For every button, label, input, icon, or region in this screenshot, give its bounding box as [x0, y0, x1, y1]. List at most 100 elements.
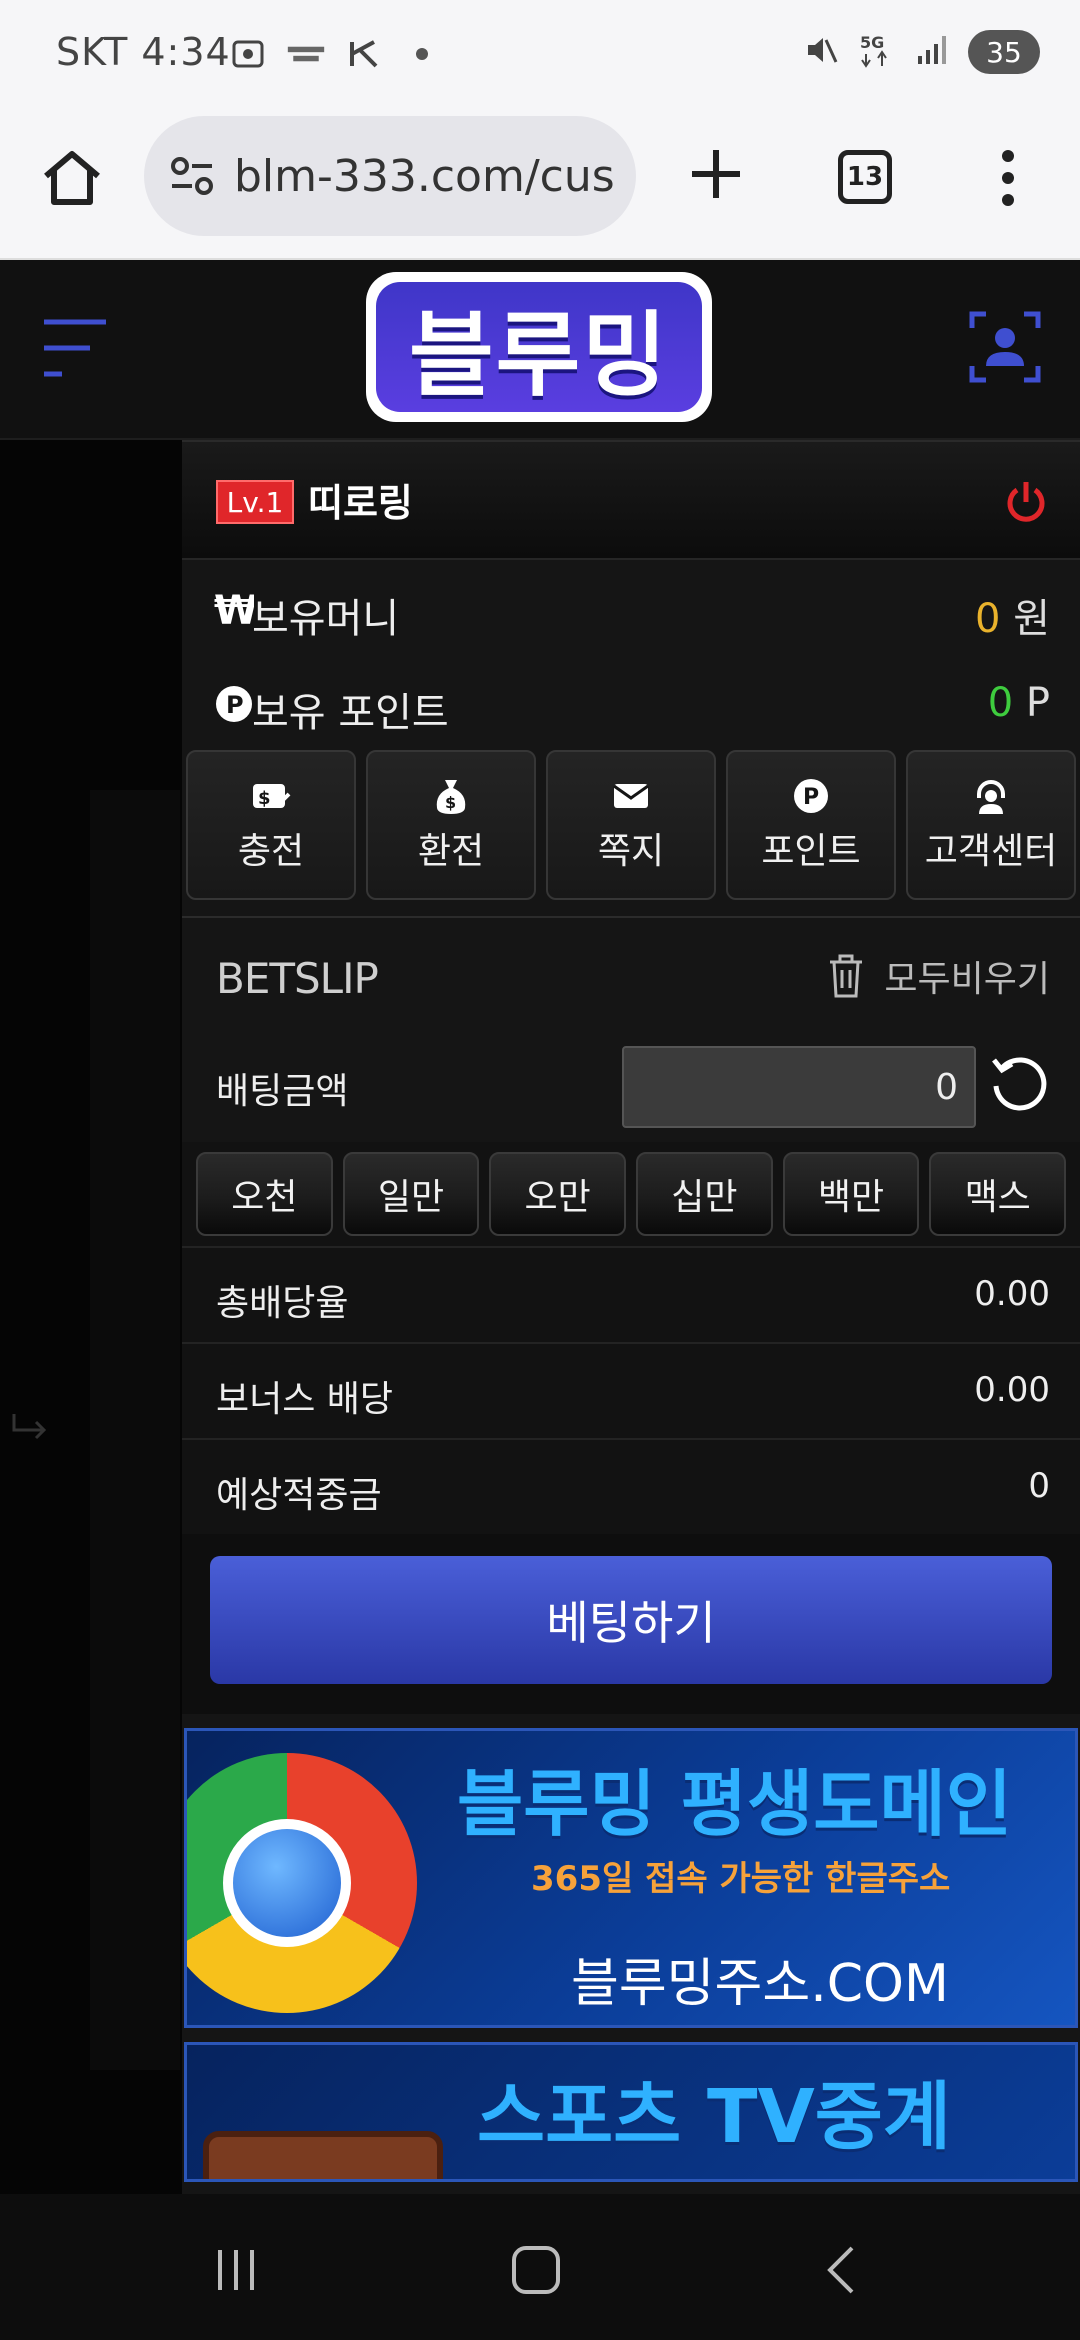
bet-amount-label: 배팅금액: [216, 1071, 349, 1112]
browser-toolbar: blm-333.com/cus 13: [0, 110, 1080, 260]
money-amount: 0: [975, 596, 1001, 642]
carrier-time: SKT 4:34: [56, 30, 231, 74]
amount-chip-row: 오천 일만 오만 십만 백만 맥스: [182, 1142, 1080, 1246]
trash-icon: [830, 954, 863, 998]
point-value: 0 P: [988, 680, 1050, 726]
site-settings-icon[interactable]: [168, 152, 216, 200]
domain-banner[interactable]: 블루밍 평생도메인 365일 접속 가능한 한글주소 블루밍주소.COM: [184, 1728, 1078, 2028]
home-button-icon[interactable]: [506, 2240, 566, 2300]
back-icon[interactable]: [812, 2240, 872, 2300]
hamburger-menu-icon[interactable]: [40, 316, 110, 380]
betslip-header: BETSLIP 모두비우기: [182, 916, 1080, 1032]
money-bag-icon: $: [436, 780, 466, 814]
user-row: Lv.1 띠로링: [182, 440, 1080, 560]
total-odds-label: 총배당율: [216, 1283, 349, 1324]
money-label: 보유머니: [252, 596, 400, 642]
deposit-icon: $: [253, 784, 291, 809]
culture-land-icon: [286, 34, 326, 74]
username: 띠로링: [308, 481, 413, 525]
point-icon: P: [794, 779, 828, 813]
tv-icon: [203, 2131, 443, 2179]
place-bet-button[interactable]: 베팅하기: [210, 1556, 1052, 1684]
svg-text:$: $: [258, 788, 271, 809]
screen: SKT 4:34 5G 35 blm-333.com/cus 13 블루밍 Lv…: [0, 0, 1080, 2340]
bonus-odds-row: 보너스 배당 0.00: [182, 1342, 1080, 1438]
svg-text:P: P: [226, 691, 244, 719]
reset-icon[interactable]: [988, 1054, 1050, 1116]
domain-banner-url: 블루밍주소.COM: [571, 1954, 949, 2014]
bet-button-area: 베팅하기: [182, 1534, 1080, 1714]
address-bar[interactable]: blm-333.com/cus: [144, 116, 636, 236]
svg-text:$: $: [445, 793, 456, 812]
app-k-icon: [344, 34, 384, 74]
bonus-odds-label: 보너스 배당: [216, 1379, 394, 1420]
notification-icons: [228, 34, 442, 74]
support-button[interactable]: 고객센터: [906, 750, 1076, 900]
dot-icon: [402, 34, 442, 74]
quick-menu: $ 충전 $ 환전 쪽지 P 포인트 고객센터: [182, 750, 1080, 900]
chip-50000[interactable]: 오만: [489, 1152, 627, 1236]
screenshot-icon: [228, 34, 268, 74]
message-label: 쪽지: [597, 831, 665, 872]
won-icon: ₩: [214, 590, 254, 630]
chrome-logo-center: [223, 1819, 351, 1947]
mute-icon: [802, 32, 838, 72]
expected-win-value: 0: [1028, 1466, 1050, 1506]
5g-icon: 5G: [856, 30, 896, 74]
clear-all-button[interactable]: 모두비우기: [826, 950, 1050, 1002]
chip-10000[interactable]: 일만: [342, 1152, 480, 1236]
battery-icon: 35: [968, 30, 1040, 74]
withdraw-label: 환전: [417, 831, 485, 872]
sports-tv-banner[interactable]: 스포츠 TV중계: [184, 2042, 1078, 2182]
expected-win-label: 예상적중금: [216, 1475, 382, 1516]
deposit-button[interactable]: $ 충전: [186, 750, 356, 900]
chip-1000000[interactable]: 백만: [782, 1152, 920, 1236]
point-label: 보유 포인트: [252, 690, 449, 736]
site-header: 블루밍: [0, 260, 1080, 440]
system-navigation-bar: [0, 2194, 1080, 2340]
svg-text:₩: ₩: [214, 590, 254, 630]
support-icon: [977, 780, 1005, 814]
chip-100000[interactable]: 십만: [636, 1152, 773, 1236]
bet-amount-input[interactable]: [622, 1046, 976, 1128]
point-amount: 0: [987, 680, 1014, 726]
svg-text:P: P: [803, 785, 819, 810]
tab-switcher-button[interactable]: 13: [838, 150, 892, 204]
betslip-title: BETSLIP: [216, 954, 379, 1003]
expected-win-row: 예상적중금 0: [182, 1438, 1080, 1534]
total-odds-value: 0.00: [974, 1274, 1050, 1314]
point-unit: P: [1025, 680, 1050, 726]
signal-icon: [914, 32, 950, 72]
total-odds-row: 총배당율 0.00: [182, 1246, 1080, 1342]
recent-apps-icon[interactable]: [206, 2240, 266, 2300]
system-icons: 5G 35: [802, 30, 1040, 74]
url-text: blm-333.com/cus: [234, 150, 615, 202]
point-button[interactable]: P 포인트: [726, 750, 896, 900]
support-label: 고객센터: [924, 831, 1058, 872]
deposit-label: 충전: [237, 831, 305, 872]
message-button[interactable]: 쪽지: [546, 750, 716, 900]
user-profile-icon[interactable]: [968, 310, 1042, 384]
browser-menu-icon[interactable]: [998, 148, 1018, 208]
point-row: P 보유 포인트 0 P: [182, 656, 1080, 750]
site-logo[interactable]: 블루밍: [366, 272, 712, 422]
bet-amount-row: 배팅금액: [182, 1032, 1080, 1142]
withdraw-button[interactable]: $ 환전: [366, 750, 536, 900]
envelope-icon: [613, 784, 649, 808]
logout-power-icon[interactable]: [1002, 478, 1050, 526]
home-icon[interactable]: [40, 146, 104, 210]
money-row: ₩ 보유머니 0 원: [182, 562, 1080, 656]
clear-all-label: 모두비우기: [884, 959, 1050, 1000]
point-circle-icon: P: [216, 686, 252, 722]
domain-banner-title: 블루밍 평생도메인: [457, 1762, 1012, 1846]
new-tab-icon[interactable]: [686, 144, 746, 204]
chip-5000[interactable]: 오천: [196, 1152, 333, 1236]
return-arrow-icon: [12, 1414, 47, 1440]
bonus-odds-value: 0.00: [974, 1370, 1050, 1410]
logo-text: 블루밍: [376, 282, 702, 412]
chip-max[interactable]: 맥스: [929, 1152, 1067, 1236]
background-page: [90, 790, 180, 2070]
money-unit: 원: [1013, 596, 1050, 642]
sports-tv-title: 스포츠 TV중계: [477, 2074, 951, 2160]
level-badge: Lv.1: [216, 480, 294, 524]
